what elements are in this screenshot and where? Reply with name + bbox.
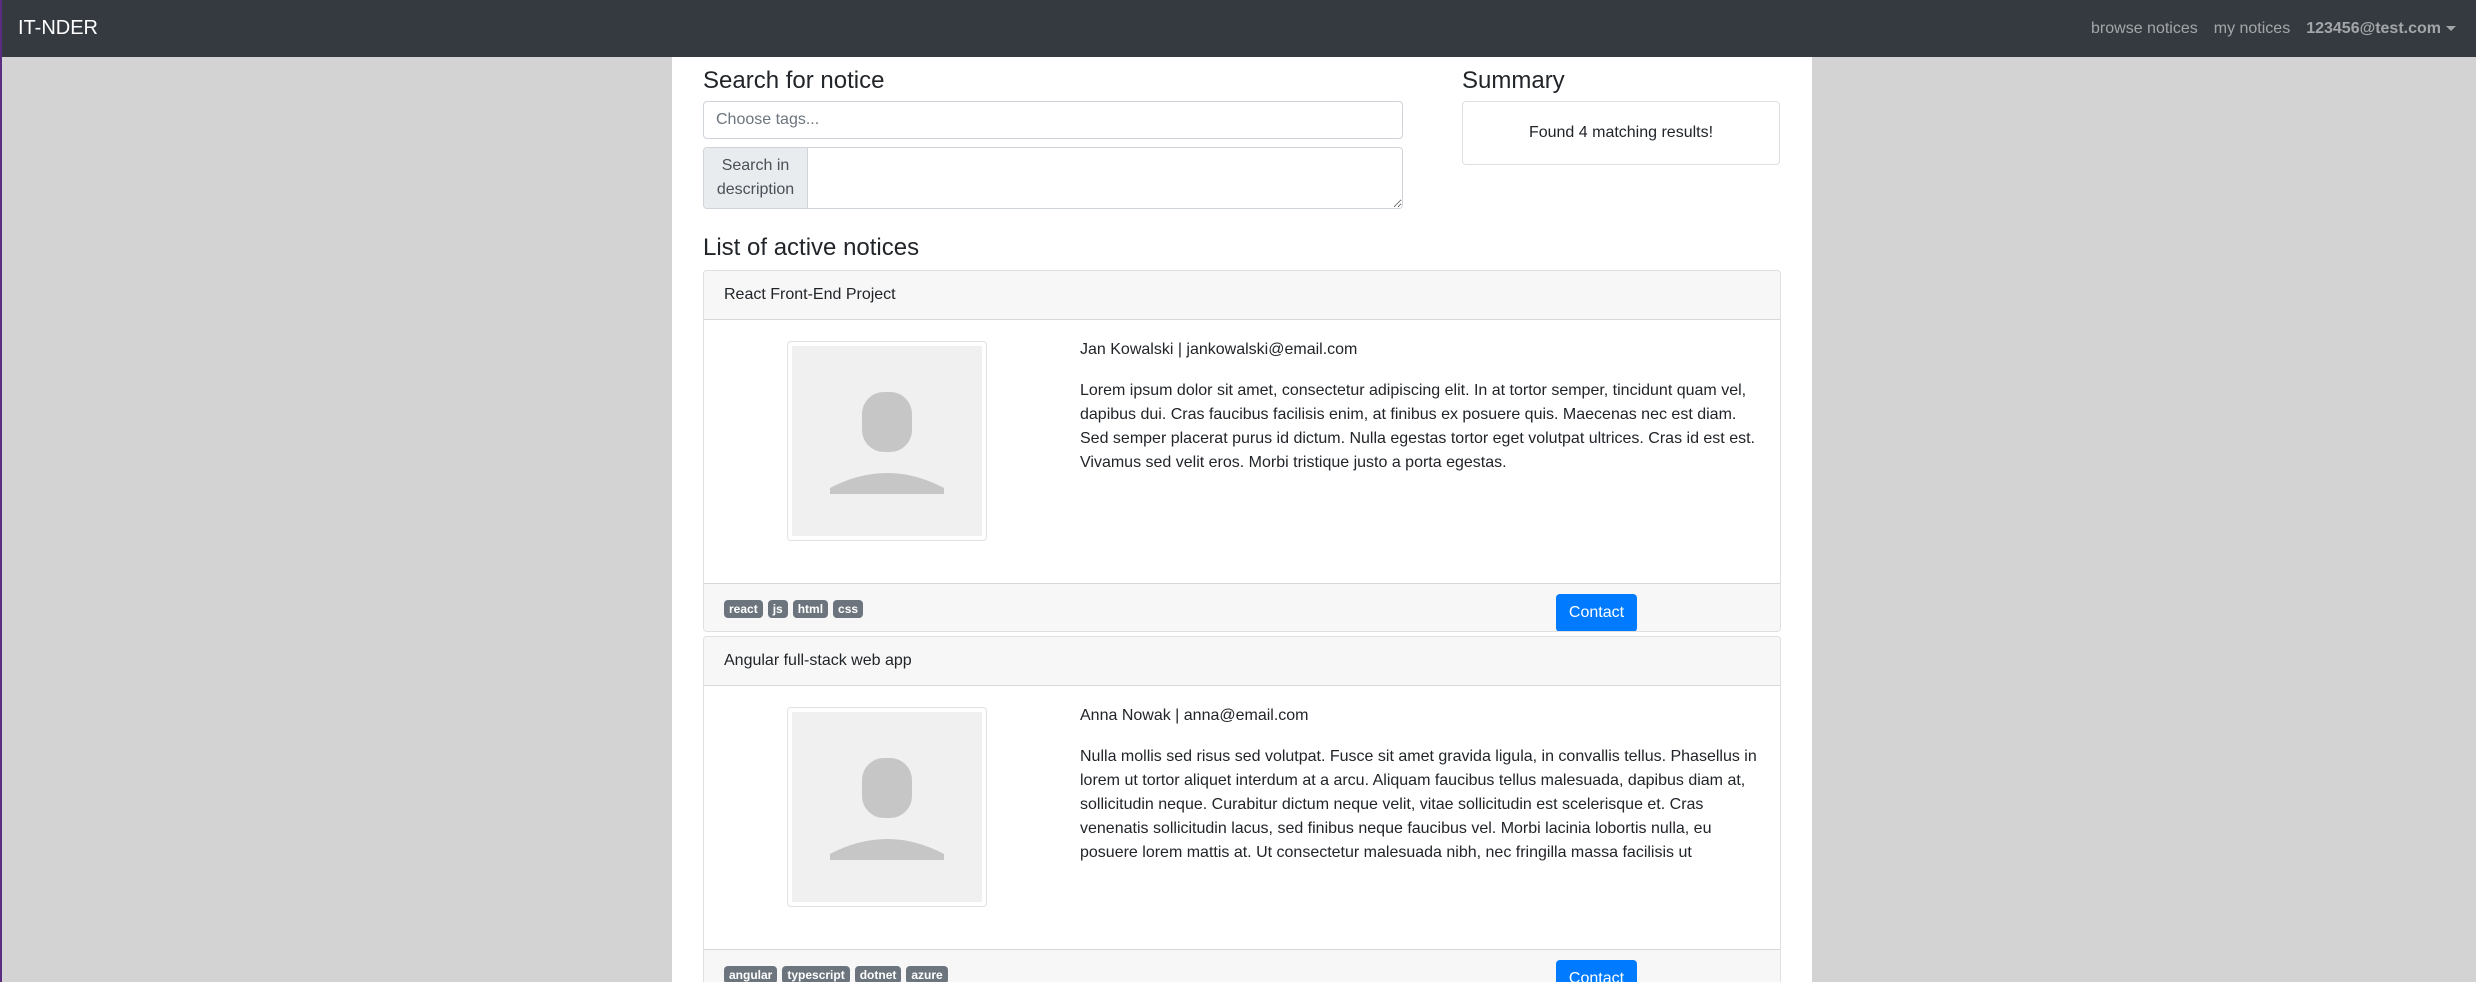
contact-button[interactable]: Contact: [1556, 594, 1637, 631]
summary-text: Found 4 matching results!: [1528, 124, 1714, 141]
notice-card: Angular full-stack web app Anna Nowak | …: [703, 636, 1781, 982]
notice-title: React Front-End Project: [704, 271, 1780, 320]
notice-footer: react js html css Contact: [704, 583, 1780, 631]
summary-title: Summary: [1462, 67, 1565, 94]
caret-down-icon: [2446, 26, 2456, 31]
navbar: IT-NDER browse notices my notices 123456…: [2, 0, 2476, 57]
notice-card: React Front-End Project Jan Kowalski | j…: [703, 270, 1781, 632]
nav-browse-notices[interactable]: browse notices: [2091, 20, 2198, 38]
search-title: Search for notice: [703, 67, 885, 94]
contact-button[interactable]: Contact: [1556, 960, 1637, 982]
notice-footer: angular typescript dotnet azure Contact: [704, 949, 1780, 982]
description-search-group: Search in description: [703, 147, 1403, 209]
notice-contact: Jan Kowalski | jankowalski@email.com: [1080, 341, 1358, 358]
tag-badge: react: [724, 600, 763, 618]
notice-contact: Anna Nowak | anna@email.com: [1080, 707, 1309, 724]
tag-badge: dotnet: [854, 966, 902, 982]
tag-badge: azure: [906, 966, 948, 982]
user-placeholder-icon: [792, 346, 982, 536]
user-email: 123456@test.com: [2306, 19, 2441, 37]
notices-list-title: List of active notices: [703, 234, 920, 261]
description-search-label: Search in description: [704, 148, 808, 208]
summary-box: Found 4 matching results!: [1462, 101, 1780, 165]
avatar: [787, 707, 987, 907]
avatar: [787, 341, 987, 541]
tags-input[interactable]: [703, 101, 1403, 139]
tag-list: angular typescript dotnet azure: [724, 966, 948, 982]
nav-my-notices[interactable]: my notices: [2214, 20, 2290, 38]
tag-badge: css: [833, 600, 864, 618]
description-search-input[interactable]: [808, 148, 1402, 208]
notice-description: Nulla mollis sed risus sed volutpat. Fus…: [1080, 748, 1757, 861]
tag-badge: html: [792, 600, 829, 618]
main-container: Search for notice Search in description …: [672, 57, 1812, 982]
notice-title: Angular full-stack web app: [704, 637, 1780, 686]
notice-description: Lorem ipsum dolor sit amet, consectetur …: [1080, 382, 1755, 471]
nav-links: browse notices my notices 123456@test.co…: [2091, 20, 2456, 38]
tag-badge: js: [767, 600, 788, 618]
tag-badge: angular: [724, 966, 778, 982]
user-placeholder-icon: [792, 712, 982, 902]
brand-logo[interactable]: IT-NDER: [18, 17, 98, 40]
user-dropdown[interactable]: 123456@test.com: [2306, 20, 2456, 38]
tag-badge: typescript: [782, 966, 850, 982]
tag-list: react js html css: [724, 600, 864, 618]
